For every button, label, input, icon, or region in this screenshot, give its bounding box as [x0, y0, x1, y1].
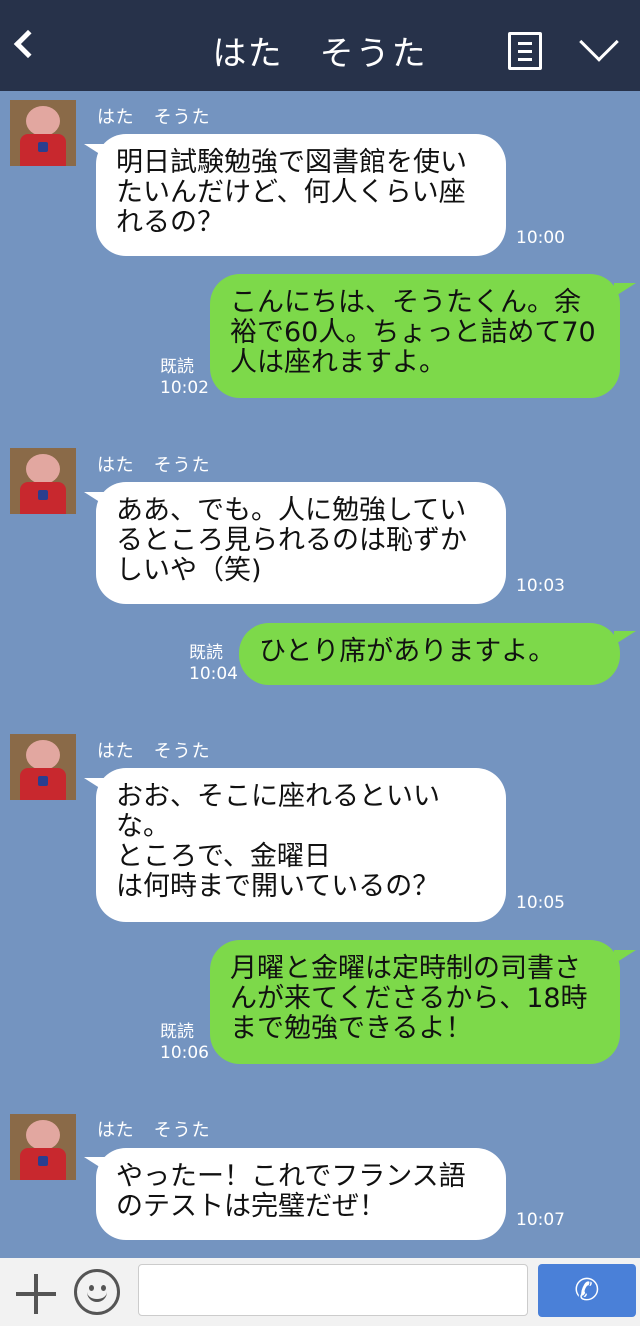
read-receipt: 既読 10:06 — [160, 1022, 209, 1063]
chat-title: はた そうた — [212, 34, 428, 74]
message-input[interactable] — [138, 1264, 528, 1316]
message-time: 10:03 — [516, 576, 565, 596]
chat-header: はた そうた — [0, 0, 640, 91]
message-bubble-incoming[interactable]: おお、そこに座れるといいな。 ところで、金曜日 は何時まで開いているの？ — [96, 768, 506, 922]
message-bubble-incoming[interactable]: やったー！これでフランス語のテストは完璧だぜ！ — [96, 1148, 506, 1240]
read-receipt: 既読 10:02 — [160, 357, 209, 398]
avatar[interactable] — [10, 100, 76, 166]
avatar[interactable] — [10, 1114, 76, 1180]
sender-name: はた そうた — [97, 455, 211, 476]
message-bubble-incoming[interactable]: 明日試験勉強で図書館を使いたいんだけど、何人くらい座れるの？ — [96, 134, 506, 256]
call-button[interactable]: ✆ — [538, 1264, 636, 1317]
avatar[interactable] — [10, 448, 76, 514]
read-receipt: 既読 10:04 — [189, 643, 238, 684]
sender-name: はた そうた — [97, 107, 211, 128]
message-bubble-outgoing[interactable]: ひとり席がありますよ。 — [239, 623, 620, 685]
message-time: 10:00 — [516, 228, 565, 248]
message-bubble-outgoing[interactable]: こんにちは、そうたくん。余裕で60人。ちょっと詰めて70人は座れますよ。 — [210, 274, 620, 398]
sender-name: はた そうた — [97, 1120, 211, 1141]
phone-icon: ✆ — [574, 1273, 600, 1308]
message-time: 10:05 — [516, 893, 565, 913]
message-bubble-incoming[interactable]: ああ、でも。人に勉強しているところ見られるのは恥ずかしいや（笑) — [96, 482, 506, 604]
message-bubble-outgoing[interactable]: 月曜と金曜は定時制の司書さんが来てくださるから、18時まで勉強できるよ！ — [210, 940, 620, 1064]
smile-icon[interactable] — [74, 1269, 120, 1315]
message-time: 10:07 — [516, 1210, 565, 1230]
plus-icon[interactable] — [16, 1274, 56, 1314]
avatar[interactable] — [10, 734, 76, 800]
message-input-bar: ✆ — [0, 1258, 640, 1326]
sender-name: はた そうた — [97, 741, 211, 762]
menu-list-icon[interactable] — [508, 32, 542, 70]
